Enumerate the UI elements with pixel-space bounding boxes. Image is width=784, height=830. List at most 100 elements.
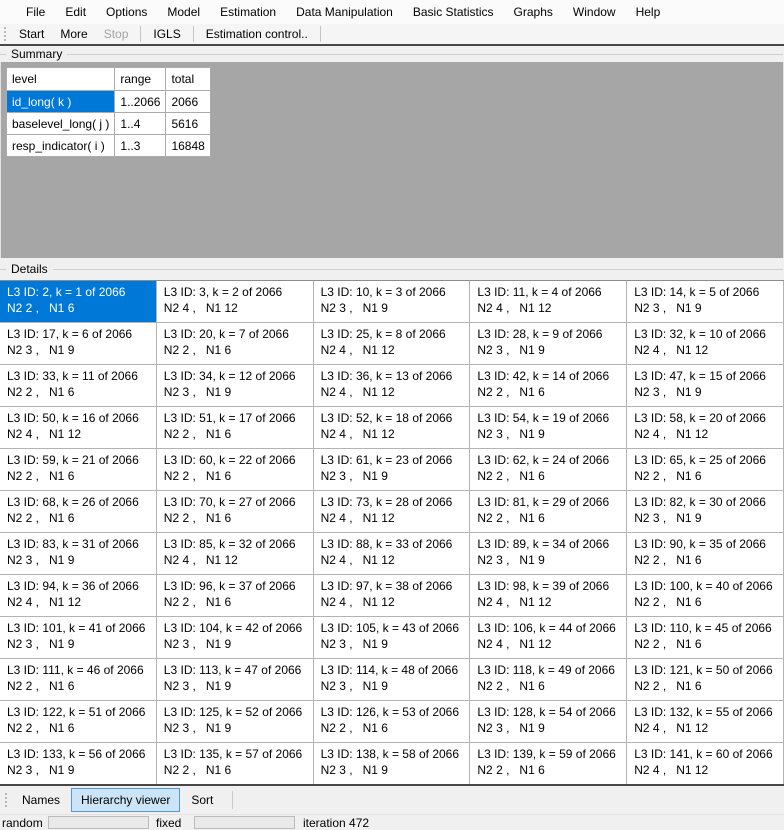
menu-item[interactable]: Graphs — [504, 3, 563, 21]
hierarchy-unit-cell[interactable]: L3 ID: 89, k = 34 of 2066 N2 3 , N1 9 — [470, 533, 627, 575]
hierarchy-unit-cell[interactable]: L3 ID: 81, k = 29 of 2066 N2 2 , N1 6 — [470, 491, 627, 533]
hierarchy-unit-cell[interactable]: L3 ID: 100, k = 40 of 2066 N2 2 , N1 6 — [627, 575, 784, 617]
level-name-cell[interactable]: id_long( k ) — [7, 91, 115, 113]
hierarchy-unit-cell[interactable]: L3 ID: 17, k = 6 of 2066 N2 3 , N1 9 — [0, 323, 157, 365]
hierarchy-unit-cell[interactable]: L3 ID: 118, k = 49 of 2066 N2 2 , N1 6 — [470, 659, 627, 701]
hierarchy-unit-cell[interactable]: L3 ID: 60, k = 22 of 2066 N2 2 , N1 6 — [157, 449, 314, 491]
hierarchy-unit-cell[interactable]: L3 ID: 65, k = 25 of 2066 N2 2 , N1 6 — [627, 449, 784, 491]
tab-sort[interactable]: Sort — [181, 788, 223, 812]
range-cell[interactable]: 1..3 — [115, 135, 166, 157]
menu-item[interactable]: Window — [563, 3, 626, 21]
hierarchy-unit-cell[interactable]: L3 ID: 25, k = 8 of 2066 N2 4 , N1 12 — [314, 323, 471, 365]
hierarchy-unit-cell[interactable]: L3 ID: 32, k = 10 of 2066 N2 4 , N1 12 — [627, 323, 784, 365]
hierarchy-unit-cell[interactable]: L3 ID: 132, k = 55 of 2066 N2 4 , N1 12 — [627, 701, 784, 743]
hierarchy-unit-cell[interactable]: L3 ID: 106, k = 44 of 2066 N2 4 , N1 12 — [470, 617, 627, 659]
summary-row-level2[interactable]: baselevel_long( j ) 1..4 5616 — [7, 113, 211, 135]
menu-item[interactable]: Help — [626, 3, 671, 21]
unit-id-text: L3 ID: 73, k = 28 of 2066 — [321, 494, 468, 510]
hierarchy-unit-cell[interactable]: L3 ID: 14, k = 5 of 2066 N2 3 , N1 9 — [627, 281, 784, 323]
hierarchy-unit-cell[interactable]: L3 ID: 33, k = 11 of 2066 N2 2 , N1 6 — [0, 365, 157, 407]
hierarchy-unit-cell[interactable]: L3 ID: 61, k = 23 of 2066 N2 3 , N1 9 — [314, 449, 471, 491]
hierarchy-unit-cell[interactable]: L3 ID: 128, k = 54 of 2066 N2 3 , N1 9 — [470, 701, 627, 743]
unit-counts-text: N2 4 , N1 12 — [7, 426, 154, 442]
estimation-control-button[interactable]: Estimation control.. — [198, 26, 316, 42]
menu-item[interactable]: Model — [157, 3, 210, 21]
hierarchy-unit-cell[interactable]: L3 ID: 111, k = 46 of 2066 N2 2 , N1 6 — [0, 659, 157, 701]
hierarchy-unit-cell[interactable]: L3 ID: 42, k = 14 of 2066 N2 2 , N1 6 — [470, 365, 627, 407]
hierarchy-unit-cell[interactable]: L3 ID: 36, k = 13 of 2066 N2 4 , N1 12 — [314, 365, 471, 407]
more-button[interactable]: More — [52, 26, 95, 42]
level-name-cell[interactable]: baselevel_long( j ) — [7, 113, 115, 135]
stop-button[interactable]: Stop — [96, 26, 137, 42]
hierarchy-unit-cell[interactable]: L3 ID: 59, k = 21 of 2066 N2 2 , N1 6 — [0, 449, 157, 491]
hierarchy-unit-cell[interactable]: L3 ID: 114, k = 48 of 2066 N2 3 , N1 9 — [314, 659, 471, 701]
hierarchy-unit-cell[interactable]: L3 ID: 2, k = 1 of 2066 N2 2 , N1 6 — [0, 281, 157, 323]
details-title: Details — [6, 262, 53, 276]
tab-hierarchy-viewer[interactable]: Hierarchy viewer — [71, 788, 180, 812]
unit-id-text: L3 ID: 82, k = 30 of 2066 — [634, 494, 781, 510]
start-button[interactable]: Start — [11, 26, 52, 42]
hierarchy-unit-cell[interactable]: L3 ID: 126, k = 53 of 2066 N2 2 , N1 6 — [314, 701, 471, 743]
menu-item[interactable]: Estimation — [210, 3, 286, 21]
hierarchy-unit-cell[interactable]: L3 ID: 11, k = 4 of 2066 N2 4 , N1 12 — [470, 281, 627, 323]
hierarchy-unit-cell[interactable]: L3 ID: 110, k = 45 of 2066 N2 2 , N1 6 — [627, 617, 784, 659]
hierarchy-unit-cell[interactable]: L3 ID: 96, k = 37 of 2066 N2 2 , N1 6 — [157, 575, 314, 617]
hierarchy-unit-cell[interactable]: L3 ID: 28, k = 9 of 2066 N2 3 , N1 9 — [470, 323, 627, 365]
unit-id-text: L3 ID: 10, k = 3 of 2066 — [321, 284, 468, 300]
hierarchy-unit-cell[interactable]: L3 ID: 98, k = 39 of 2066 N2 4 , N1 12 — [470, 575, 627, 617]
range-cell[interactable]: 1..2066 — [115, 91, 166, 113]
unit-counts-text: N2 3 , N1 9 — [164, 720, 311, 736]
hierarchy-unit-cell[interactable]: L3 ID: 88, k = 33 of 2066 N2 4 , N1 12 — [314, 533, 471, 575]
menu-item[interactable]: Options — [96, 3, 157, 21]
igls-button[interactable]: IGLS — [145, 26, 188, 42]
hierarchy-unit-cell[interactable]: L3 ID: 101, k = 41 of 2066 N2 3 , N1 9 — [0, 617, 157, 659]
summary-row-level1[interactable]: resp_indicator( i ) 1..3 16848 — [7, 135, 211, 157]
hierarchy-unit-cell[interactable]: L3 ID: 52, k = 18 of 2066 N2 4 , N1 12 — [314, 407, 471, 449]
hierarchy-unit-cell[interactable]: L3 ID: 122, k = 51 of 2066 N2 2 , N1 6 — [0, 701, 157, 743]
menu-item[interactable]: Edit — [55, 3, 96, 21]
menu-item[interactable]: Basic Statistics — [403, 3, 504, 21]
hierarchy-unit-cell[interactable]: L3 ID: 58, k = 20 of 2066 N2 4 , N1 12 — [627, 407, 784, 449]
hierarchy-unit-cell[interactable]: L3 ID: 121, k = 50 of 2066 N2 2 , N1 6 — [627, 659, 784, 701]
hierarchy-unit-cell[interactable]: L3 ID: 70, k = 27 of 2066 N2 2 , N1 6 — [157, 491, 314, 533]
hierarchy-unit-cell[interactable]: L3 ID: 133, k = 56 of 2066 N2 3 , N1 9 — [0, 743, 157, 785]
level-name-cell[interactable]: resp_indicator( i ) — [7, 135, 115, 157]
hierarchy-unit-cell[interactable]: L3 ID: 54, k = 19 of 2066 N2 3 , N1 9 — [470, 407, 627, 449]
unit-counts-text: N2 3 , N1 9 — [634, 384, 781, 400]
hierarchy-unit-cell[interactable]: L3 ID: 97, k = 38 of 2066 N2 4 , N1 12 — [314, 575, 471, 617]
total-cell[interactable]: 16848 — [166, 135, 211, 157]
hierarchy-unit-cell[interactable]: L3 ID: 3, k = 2 of 2066 N2 4 , N1 12 — [157, 281, 314, 323]
hierarchy-unit-cell[interactable]: L3 ID: 47, k = 15 of 2066 N2 3 , N1 9 — [627, 365, 784, 407]
hierarchy-unit-cell[interactable]: L3 ID: 125, k = 52 of 2066 N2 3 , N1 9 — [157, 701, 314, 743]
menu-item[interactable]: Data Manipulation — [286, 3, 403, 21]
menu-item[interactable]: File — [16, 3, 55, 21]
hierarchy-unit-cell[interactable]: L3 ID: 138, k = 58 of 2066 N2 3 , N1 9 — [314, 743, 471, 785]
summary-row-level3[interactable]: id_long( k ) 1..2066 2066 — [7, 91, 211, 113]
tab-names[interactable]: Names — [12, 788, 70, 812]
hierarchy-unit-cell[interactable]: L3 ID: 20, k = 7 of 2066 N2 2 , N1 6 — [157, 323, 314, 365]
hierarchy-unit-cell[interactable]: L3 ID: 90, k = 35 of 2066 N2 2 , N1 6 — [627, 533, 784, 575]
total-cell[interactable]: 2066 — [166, 91, 211, 113]
hierarchy-unit-cell[interactable]: L3 ID: 135, k = 57 of 2066 N2 2 , N1 6 — [157, 743, 314, 785]
hierarchy-unit-cell[interactable]: L3 ID: 104, k = 42 of 2066 N2 3 , N1 9 — [157, 617, 314, 659]
unit-id-text: L3 ID: 98, k = 39 of 2066 — [477, 578, 624, 594]
hierarchy-unit-cell[interactable]: L3 ID: 83, k = 31 of 2066 N2 3 , N1 9 — [0, 533, 157, 575]
hierarchy-unit-cell[interactable]: L3 ID: 34, k = 12 of 2066 N2 3 , N1 9 — [157, 365, 314, 407]
hierarchy-unit-cell[interactable]: L3 ID: 85, k = 32 of 2066 N2 4 , N1 12 — [157, 533, 314, 575]
hierarchy-unit-cell[interactable]: L3 ID: 139, k = 59 of 2066 N2 2 , N1 6 — [470, 743, 627, 785]
hierarchy-unit-cell[interactable]: L3 ID: 51, k = 17 of 2066 N2 2 , N1 6 — [157, 407, 314, 449]
unit-counts-text: N2 3 , N1 9 — [164, 678, 311, 694]
hierarchy-unit-cell[interactable]: L3 ID: 50, k = 16 of 2066 N2 4 , N1 12 — [0, 407, 157, 449]
hierarchy-unit-cell[interactable]: L3 ID: 62, k = 24 of 2066 N2 2 , N1 6 — [470, 449, 627, 491]
hierarchy-unit-cell[interactable]: L3 ID: 113, k = 47 of 2066 N2 3 , N1 9 — [157, 659, 314, 701]
unit-id-text: L3 ID: 139, k = 59 of 2066 — [477, 746, 624, 762]
hierarchy-unit-cell[interactable]: L3 ID: 82, k = 30 of 2066 N2 3 , N1 9 — [627, 491, 784, 533]
hierarchy-unit-cell[interactable]: L3 ID: 73, k = 28 of 2066 N2 4 , N1 12 — [314, 491, 471, 533]
hierarchy-unit-cell[interactable]: L3 ID: 105, k = 43 of 2066 N2 3 , N1 9 — [314, 617, 471, 659]
hierarchy-unit-cell[interactable]: L3 ID: 68, k = 26 of 2066 N2 2 , N1 6 — [0, 491, 157, 533]
total-cell[interactable]: 5616 — [166, 113, 211, 135]
hierarchy-unit-cell[interactable]: L3 ID: 94, k = 36 of 2066 N2 4 , N1 12 — [0, 575, 157, 617]
range-cell[interactable]: 1..4 — [115, 113, 166, 135]
hierarchy-unit-cell[interactable]: L3 ID: 141, k = 60 of 2066 N2 4 , N1 12 — [627, 743, 784, 785]
hierarchy-unit-cell[interactable]: L3 ID: 10, k = 3 of 2066 N2 3 , N1 9 — [314, 281, 471, 323]
